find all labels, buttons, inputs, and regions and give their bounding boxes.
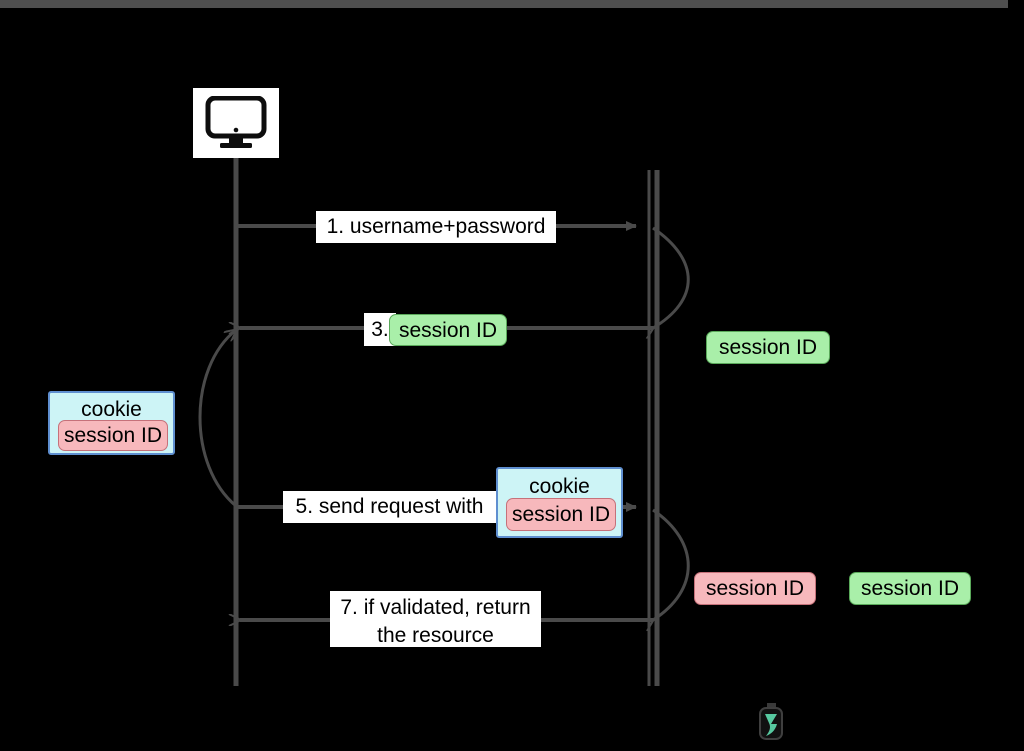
cookie-box-client-title: cookie <box>81 398 142 421</box>
self-loop-client-1 <box>198 330 236 508</box>
cookie-box-request-session-id: session ID <box>506 498 616 531</box>
cookie-box-request: cookie session ID <box>496 467 623 538</box>
diagram-canvas: 1. username+password 3. session ID 5. se… <box>0 0 1024 751</box>
monitor-icon <box>205 96 267 148</box>
note-server-session-id-3: session ID <box>849 572 971 605</box>
message-5-label: 5. send request with <box>283 491 496 523</box>
message-3-session-id-box: session ID <box>389 314 507 346</box>
cookie-box-client-session-id: session ID <box>58 420 168 451</box>
cookie-box-request-title: cookie <box>529 475 590 498</box>
cookie-box-client: cookie session ID <box>48 391 175 455</box>
watermark <box>758 703 790 741</box>
message-7-line-1: 7. if validated, return <box>340 596 531 619</box>
message-7-line-2: the resource <box>377 624 494 647</box>
note-server-session-id-2: session ID <box>694 572 816 605</box>
message-7-label: 7. if validated, return the resource <box>330 591 541 647</box>
client-actor[interactable] <box>193 88 279 158</box>
message-1-label: 1. username+password <box>316 211 556 243</box>
leaf-logo-icon <box>759 703 783 740</box>
note-server-session-id-1: session ID <box>706 331 830 364</box>
lifeline-server <box>647 170 660 686</box>
